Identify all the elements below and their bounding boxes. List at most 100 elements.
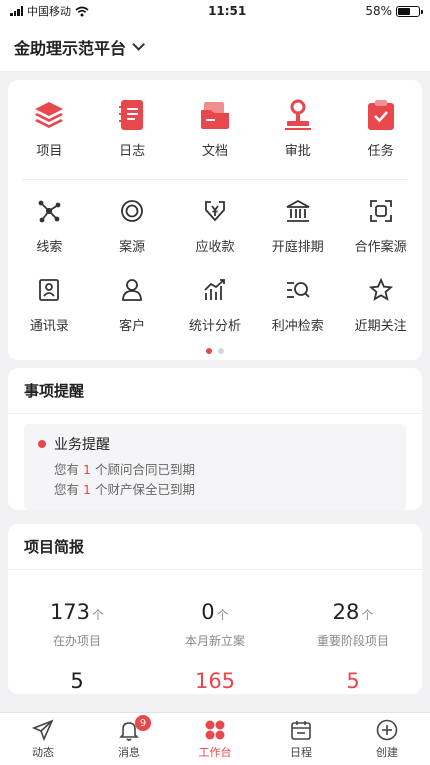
project-report-card: 项目简报 173 个 在办项目 0个 本月新立案 28 个 重要阶段项目 5 165…	[8, 524, 422, 694]
grid-item-receivables[interactable]: 应收款	[175, 194, 255, 255]
stamp-icon	[281, 98, 315, 132]
stat-unit: 个	[361, 608, 374, 622]
status-right: 58%	[365, 4, 423, 18]
reminder-prefix: 您有	[54, 482, 80, 497]
reminder-group-title: 业务提醒	[54, 437, 110, 453]
grid-item-project[interactable]: 项目	[9, 98, 89, 159]
reminder-line[interactable]: 您有 1 个财产保全已到期	[38, 480, 392, 500]
reminder-prefix: 您有	[54, 462, 80, 477]
chevron-down-icon[interactable]	[132, 38, 146, 51]
grid-item-label: 案源	[119, 240, 146, 255]
grid-item-label: 开庭排期	[271, 240, 324, 255]
stat-key-stage[interactable]: 28 个 重要阶段项目	[288, 600, 418, 649]
grid-item-label: 合作案源	[354, 240, 407, 255]
reminder-line[interactable]: 您有 1 个顾问合同已到期	[38, 460, 392, 480]
grid-item-leads[interactable]: 线索	[9, 194, 89, 255]
grid-item-case-source[interactable]: 案源	[92, 194, 172, 255]
tab-messages[interactable]: 9 消息	[86, 713, 172, 765]
grid-item-clients[interactable]: 客户	[92, 273, 172, 334]
grid-item-label: 日志	[119, 144, 146, 159]
secondary-row-2: 通讯录 客户 统计分析 利冲检索 近期关注	[8, 273, 422, 334]
grid-item-contacts[interactable]: 通讯录	[9, 273, 89, 334]
platform-switcher[interactable]: 金助理示范平台	[14, 35, 126, 59]
scan-icon	[364, 194, 398, 228]
grid-item-tasks[interactable]: 任务	[341, 98, 421, 159]
reminder-count: 1	[83, 462, 91, 477]
user-icon	[115, 273, 149, 307]
grid-item-docs[interactable]: 文档	[175, 98, 255, 159]
grid-item-approval[interactable]: 审批	[258, 98, 338, 159]
courthouse-icon	[281, 194, 315, 228]
notebook-icon	[115, 98, 149, 132]
battery-icon	[396, 5, 423, 17]
grid-item-label: 文档	[201, 144, 228, 159]
reminder-suffix: 个财产保全已到期	[94, 482, 195, 497]
reminders-card: 事项提醒 业务提醒 您有 1 个顾问合同已到期 您有 1 个财产保全已到期	[8, 368, 422, 510]
grid-item-label: 任务	[367, 144, 394, 159]
calendar-icon	[289, 718, 313, 742]
business-reminder[interactable]: 业务提醒 您有 1 个顾问合同已到期 您有 1 个财产保全已到期	[24, 424, 406, 510]
target-icon	[115, 194, 149, 228]
grid-item-statistics[interactable]: 统计分析	[175, 273, 255, 334]
grid-item-hearing-schedule[interactable]: 开庭排期	[258, 194, 338, 255]
grid-item-label: 项目	[36, 144, 63, 159]
grid-item-label: 审批	[284, 144, 311, 159]
plus-circle-icon	[375, 718, 399, 742]
grid-item-label: 近期关注	[354, 319, 407, 334]
divider	[22, 179, 408, 180]
grid-item-log[interactable]: 日志	[92, 98, 172, 159]
tab-create[interactable]: 创建	[344, 713, 430, 765]
grid-item-label: 应收款	[195, 240, 235, 255]
stat-value[interactable]: 165	[150, 669, 280, 693]
grid-item-label: 统计分析	[188, 319, 241, 334]
page-dot-1[interactable]	[206, 348, 212, 354]
send-icon	[31, 718, 55, 742]
clock: 11:51	[208, 4, 247, 18]
unread-badge: 9	[135, 715, 151, 731]
stat-active-projects[interactable]: 173 个 在办项目	[12, 600, 142, 649]
section-title: 项目简报	[8, 524, 422, 570]
grid-item-label: 利冲检索	[271, 319, 324, 334]
tab-label: 日程	[290, 746, 312, 759]
stat-caption: 在办项目	[52, 634, 101, 648]
page-indicator	[8, 348, 422, 354]
reminder-group-header: 业务提醒	[38, 434, 392, 454]
status-left: 中国移动	[10, 3, 89, 19]
network-icon	[32, 194, 66, 228]
yuan-inbox-icon	[198, 194, 232, 228]
section-title: 事项提醒	[8, 368, 422, 414]
tab-schedule[interactable]: 日程	[258, 713, 344, 765]
stat-value: 173	[49, 600, 91, 624]
battery-percent: 58%	[365, 4, 392, 18]
tab-label: 动态	[32, 746, 54, 759]
stat-caption: 重要阶段项目	[316, 634, 389, 648]
red-dot	[38, 440, 46, 448]
layers-icon	[32, 98, 66, 132]
stat-value: 28	[332, 600, 360, 624]
tab-label: 创建	[376, 746, 398, 759]
star-icon	[364, 273, 398, 307]
quick-grid-card: 项目 日志 文档 审批 任务 线索 案源 应收款 开庭排期 合作案源 通讯录 客…	[8, 80, 422, 360]
grid-item-recent-follow[interactable]: 近期关注	[341, 273, 421, 334]
contact-book-icon	[32, 273, 66, 307]
grid-item-label: 通讯录	[29, 319, 69, 334]
clipboard-check-icon	[364, 98, 398, 132]
grid-item-conflict-search[interactable]: 利冲检索	[258, 273, 338, 334]
page-dot-2[interactable]	[218, 348, 224, 354]
tab-feed[interactable]: 动态	[0, 713, 86, 765]
stats-row-2: 5 165 5	[8, 649, 422, 693]
grid-item-partner-cases[interactable]: 合作案源	[341, 194, 421, 255]
folder-icon	[198, 98, 232, 132]
stat-new-this-month[interactable]: 0个 本月新立案	[150, 600, 280, 649]
signal-icon	[10, 6, 23, 16]
primary-row: 项目 日志 文档 审批 任务	[8, 98, 422, 173]
stat-value[interactable]: 5	[288, 669, 418, 693]
stat-value[interactable]: 5	[12, 669, 142, 693]
secondary-row-1: 线索 案源 应收款 开庭排期 合作案源	[8, 194, 422, 255]
tab-workbench[interactable]: 工作台	[172, 713, 258, 765]
stat-unit: 个	[92, 608, 105, 622]
tab-label: 消息	[118, 746, 140, 759]
workbench-icon	[203, 718, 227, 742]
status-bar: 中国移动 11:51 58%	[0, 0, 430, 22]
carrier-label: 中国移动	[27, 5, 71, 18]
